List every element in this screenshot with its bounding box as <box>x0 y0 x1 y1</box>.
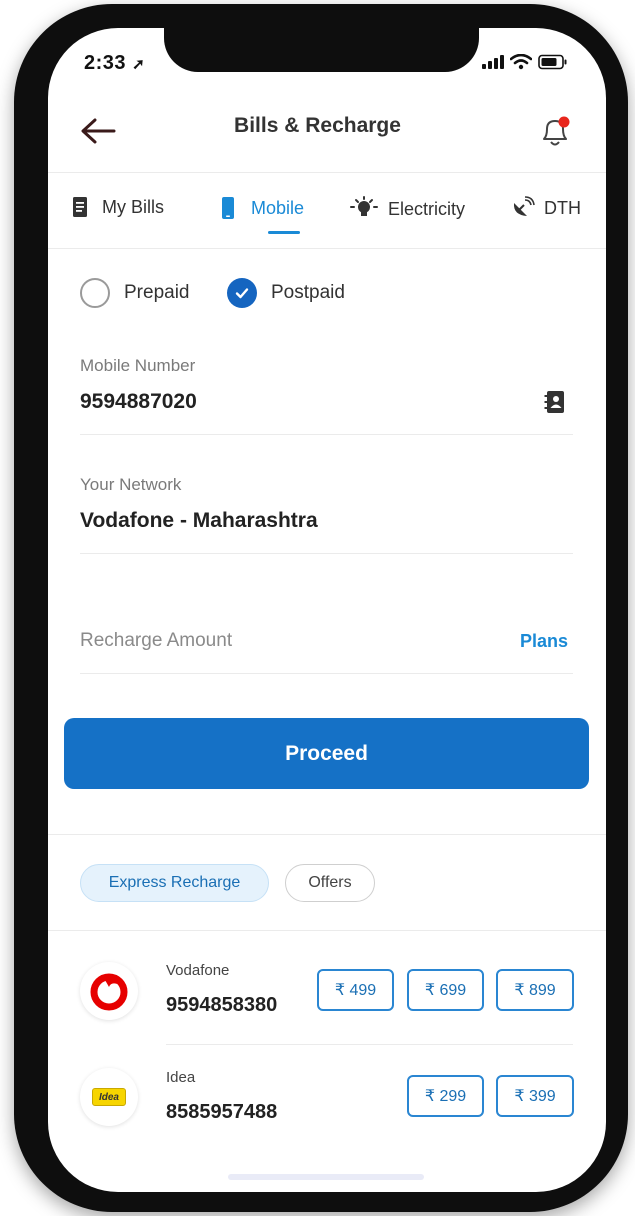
proceed-button[interactable]: Proceed <box>64 718 589 789</box>
tab-mobile[interactable]: Mobile <box>221 196 304 220</box>
idea-logo: Idea <box>80 1068 138 1126</box>
home-indicator[interactable] <box>228 1174 424 1180</box>
network-select[interactable]: Vodafone - Maharashtra <box>80 509 318 533</box>
mobile-number-label: Mobile Number <box>80 356 196 375</box>
checkmark-icon <box>235 288 249 299</box>
section-divider <box>48 834 606 835</box>
quick-amount-button[interactable]: ₹ 699 <box>407 969 484 1011</box>
operator-name: Vodafone <box>166 962 230 979</box>
tab-label: DTH <box>544 197 581 218</box>
prepaid-radio[interactable]: Prepaid <box>80 278 190 308</box>
operator-number: 9594858380 <box>166 994 278 1016</box>
tabs-divider <box>48 248 606 249</box>
field-underline <box>80 434 573 435</box>
satellite-dish-icon <box>513 196 535 216</box>
tab-label: My Bills <box>102 196 164 217</box>
tab-electricity[interactable]: Electricity <box>348 196 465 222</box>
tab-dth[interactable]: DTH <box>510 196 581 220</box>
field-underline <box>80 553 573 554</box>
status-time: 2:33 ➚ <box>84 52 146 74</box>
radio-circle <box>80 278 110 308</box>
radio-checked <box>227 278 257 308</box>
vodafone-logo <box>80 962 138 1020</box>
notification-bell-icon[interactable] <box>536 112 574 150</box>
mobile-number-input[interactable]: 9594887020 <box>80 390 197 414</box>
postpaid-radio[interactable]: Postpaid <box>227 278 345 308</box>
express-recharge-chip[interactable]: Express Recharge <box>80 864 269 902</box>
header-divider <box>48 172 606 173</box>
notch <box>164 28 479 72</box>
recharge-amount-input[interactable]: Recharge Amount <box>80 630 232 652</box>
vodafone-logo-icon <box>90 973 128 1011</box>
mobile-phone-icon <box>222 197 234 219</box>
wifi-icon <box>510 54 532 70</box>
bulb-icon <box>350 196 378 216</box>
quick-amount-button[interactable]: ₹ 299 <box>407 1075 484 1117</box>
battery-icon <box>538 54 567 70</box>
idea-logo-badge: Idea <box>92 1088 126 1106</box>
idea-logo-text: Idea <box>98 1091 119 1103</box>
notification-dot <box>558 116 570 128</box>
location-arrow-icon: ➚ <box>132 56 146 73</box>
operator-name: Idea <box>166 1069 196 1086</box>
quick-amount-button[interactable]: ₹ 399 <box>496 1075 574 1117</box>
row-divider <box>166 1044 573 1045</box>
operator-number: 8585957488 <box>166 1101 278 1123</box>
radio-label: Prepaid <box>124 282 190 303</box>
document-icon <box>73 197 87 217</box>
contacts-book-icon[interactable] <box>544 389 566 415</box>
radio-label: Postpaid <box>271 282 345 303</box>
offers-chip[interactable]: Offers <box>285 864 375 902</box>
plans-link[interactable]: Plans <box>520 631 568 652</box>
quick-amount-button[interactable]: ₹ 899 <box>496 969 574 1011</box>
section-divider <box>48 930 606 931</box>
quick-amount-button[interactable]: ₹ 499 <box>317 969 394 1011</box>
tab-my-bills[interactable]: My Bills <box>72 196 164 218</box>
field-underline <box>80 673 573 674</box>
active-tab-indicator <box>268 231 300 234</box>
status-icons <box>482 54 568 70</box>
tab-label: Electricity <box>388 198 466 219</box>
tab-label: Mobile <box>251 197 305 218</box>
network-label: Your Network <box>80 475 182 494</box>
cellular-signal-icon <box>482 55 504 69</box>
